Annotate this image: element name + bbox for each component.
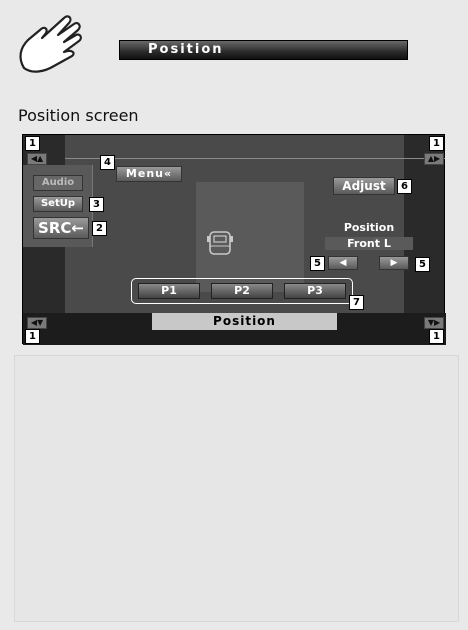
setup-button[interactable]: SetUp — [33, 196, 83, 212]
arrow-left-icon: ◀ — [339, 258, 347, 268]
car-top-view-icon — [207, 231, 233, 255]
callout-6: 6 — [397, 179, 412, 194]
adjust-button[interactable]: Adjust — [333, 177, 395, 195]
src-button[interactable]: SRC← — [33, 217, 89, 239]
position-next-button[interactable]: ▶ — [379, 256, 409, 270]
preset-p3-button[interactable]: P3 — [284, 283, 346, 299]
volume-up-left-button[interactable]: ◀▲ — [27, 153, 47, 165]
car-position-area — [196, 182, 304, 292]
callout-1: 1 — [429, 329, 444, 344]
audio-button[interactable]: Audio — [33, 175, 83, 191]
preset-group: P1 P2 P3 — [131, 278, 353, 304]
divider-line — [65, 158, 445, 159]
position-prev-button[interactable]: ◀ — [328, 256, 358, 270]
arrow-right-icon: ▶ — [390, 258, 398, 268]
device-screen: ◀▲ ▲▶ ◀▼ ▼▶ Menu« Audio SetUp SRC← Adjus… — [22, 134, 446, 345]
volume-down-left-button[interactable]: ◀▼ — [27, 317, 47, 329]
callout-5: 5 — [415, 257, 430, 272]
section-title: Position screen — [18, 106, 139, 125]
volume-up-right-button[interactable]: ▲▶ — [424, 153, 444, 165]
callout-1: 1 — [25, 329, 40, 344]
callout-5: 5 — [310, 256, 325, 271]
position-label: Position — [343, 221, 395, 234]
callout-3: 3 — [89, 197, 104, 212]
status-bar: Position — [152, 313, 337, 330]
callout-2: 2 — [92, 221, 107, 236]
menu-button[interactable]: Menu« — [116, 166, 182, 182]
callout-1: 1 — [25, 136, 40, 151]
page-title-bar: Position — [119, 40, 408, 60]
callout-7: 7 — [349, 295, 364, 310]
callout-1: 1 — [429, 136, 444, 151]
volume-down-right-button[interactable]: ▼▶ — [424, 317, 444, 329]
preset-p1-button[interactable]: P1 — [138, 283, 200, 299]
pointing-hand-icon — [19, 15, 82, 73]
position-value: Front L — [325, 237, 413, 250]
blank-content-panel — [14, 355, 459, 622]
preset-p2-button[interactable]: P2 — [211, 283, 273, 299]
callout-4: 4 — [100, 155, 115, 170]
